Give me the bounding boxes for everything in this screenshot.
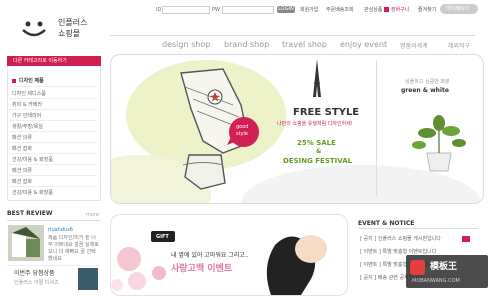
category-divider	[9, 142, 97, 143]
watermark-logo-icon	[410, 260, 425, 275]
mypage-link[interactable]: 마이페이지	[446, 6, 469, 12]
category-item[interactable]: 패션 의류	[12, 167, 32, 174]
weekly-product-title: 이번주 당첨상품	[14, 270, 55, 277]
category-divider	[9, 98, 97, 99]
banner-divider	[376, 60, 377, 196]
category-item[interactable]: 가구 인테리어	[12, 112, 41, 119]
sale-line-3: DESING FESTIVAL	[283, 157, 353, 165]
category-divider	[9, 175, 97, 176]
category-divider	[9, 186, 97, 187]
badge-text-2: style	[236, 131, 248, 137]
category-item[interactable]: 패션 의류	[12, 134, 32, 141]
weekly-product-sub[interactable]: 인플러스 어쩔 티셔츠	[14, 280, 59, 286]
nav-luxury[interactable]: 명품의세계	[400, 41, 428, 50]
util-link-order[interactable]: 주문배송조회	[326, 7, 354, 13]
sale-line-1: 25% SALE	[297, 139, 336, 147]
nav-brand-shop[interactable]: brand shop	[224, 40, 269, 49]
category-divider	[9, 109, 97, 110]
review-divider	[7, 220, 101, 221]
nav-enjoy-event[interactable]: enjoy event	[340, 40, 387, 49]
main-banner[interactable]: good style FREE STYLE 나만의 쇼핑을 유행처럼 디자인하세…	[110, 54, 484, 204]
watermark: 模板王 MOBANWANG.COM	[406, 255, 488, 288]
id-label: ID	[156, 7, 162, 13]
watermark-text-2: MOBANWANG.COM	[412, 278, 460, 284]
category-item[interactable]: 생활/주방/욕실	[12, 123, 43, 130]
pw-label: PW	[212, 7, 220, 13]
review-user[interactable]: rluahdus6	[48, 227, 73, 233]
banner-subtitle: 나만의 쇼핑을 유행처럼 디자인하세!	[277, 121, 353, 127]
event-line-1: 내 옆에 있어 고마워요 그리고..	[171, 252, 249, 259]
best-review-title: BEST REVIEW	[7, 210, 53, 217]
util-link-cart[interactable]: 장바구니	[391, 7, 409, 13]
review-text[interactable]: 제품 디자인/미가 된 너무 이쁘네요 깔끔 실제로 보니 더 예뻐요 골 선택…	[48, 235, 100, 263]
sale-line-2: &	[316, 148, 322, 155]
plant-pot-image	[412, 115, 466, 172]
category-divider	[9, 120, 97, 121]
header-divider	[110, 35, 475, 36]
review-more-link[interactable]: more	[86, 212, 99, 218]
banner-headline: FREE STYLE	[293, 107, 360, 118]
category-item[interactable]: 패션 잡화	[12, 178, 32, 185]
event-line-2: 사랑고백 이벤트	[171, 264, 233, 274]
event-notice-title: EVENT & NOTICE	[358, 220, 415, 227]
category-title: 디자인 제품	[19, 78, 44, 84]
side-caption: 심플하고 상큼한 화분	[405, 79, 450, 85]
category-divider	[9, 153, 97, 154]
id-input[interactable]	[162, 6, 210, 14]
watermark-text-1: 模板王	[430, 262, 458, 272]
nav-travel-shop[interactable]: travel shop	[282, 40, 327, 49]
notice-item[interactable]: [ 이벤트 ] 특별 맞춤형 이벤트입니다	[360, 248, 436, 255]
gift-label: GIFT	[156, 234, 169, 240]
password-input[interactable]	[222, 6, 274, 14]
category-item[interactable]: 건강/미용 & 화장품	[12, 156, 53, 163]
new-badge-icon	[462, 236, 470, 242]
util-link-bookmark[interactable]: 즐겨찾기	[418, 7, 436, 13]
category-divider	[9, 86, 97, 87]
category-bullet-icon	[12, 79, 16, 83]
category-header[interactable]: 다른 카테고리로 이동하기	[7, 56, 101, 66]
weekly-product-image[interactable]	[78, 268, 98, 290]
category-item[interactable]: 패션 잡화	[12, 145, 32, 152]
side-title: green & white	[401, 87, 449, 94]
search-pill[interactable]: 마이페이지	[440, 4, 478, 14]
category-divider	[9, 164, 97, 165]
category-divider	[9, 131, 97, 132]
notice-item[interactable]: [ 공지 ] 인플러스 쇼핑몰 게시판입니다	[360, 235, 441, 242]
eiffel-tower-icon	[313, 59, 321, 97]
review-divider-2	[7, 265, 101, 266]
smiley-logo-icon[interactable]	[20, 16, 48, 40]
cart-icon	[384, 7, 389, 12]
review-thumbnail[interactable]	[8, 225, 44, 261]
category-item[interactable]: 취미 & 카메라	[12, 101, 42, 108]
event-banner[interactable]: GIFT 내 옆에 있어 고마워요 그리고.. 사랑고백 이벤트	[110, 214, 348, 296]
nav-overseas[interactable]: 해외직구	[448, 41, 470, 50]
notice-divider	[358, 228, 478, 229]
util-link-join[interactable]: 회원가입	[300, 7, 318, 13]
brand-name[interactable]: 인플러스	[58, 17, 87, 28]
login-button[interactable]: LOGIN	[277, 6, 295, 13]
category-item[interactable]: 디자인 제디스품	[12, 90, 46, 97]
brand-subname[interactable]: 쇼핑몰	[58, 28, 80, 39]
util-link-wishlist[interactable]: 관심상품	[364, 7, 382, 13]
badge-text-1: good	[236, 124, 249, 130]
nav-design-shop[interactable]: design shop	[162, 40, 210, 49]
category-item[interactable]: 건강/미용 & 화장품	[12, 189, 53, 196]
